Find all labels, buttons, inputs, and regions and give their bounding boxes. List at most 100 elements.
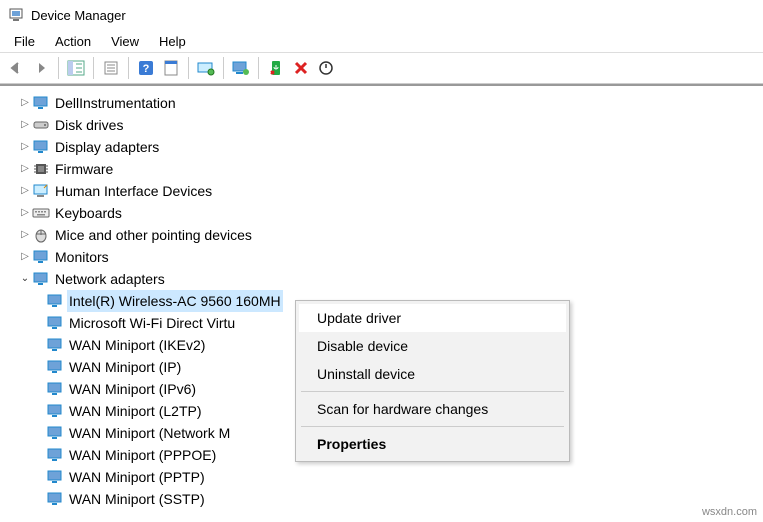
menu-help[interactable]: Help [149, 32, 196, 51]
mouse-icon [32, 227, 50, 243]
toolbar-separator [93, 57, 94, 79]
tree-category[interactable]: ▷ Firmware [0, 158, 763, 180]
tree-label: WAN Miniport (IP) [67, 356, 183, 378]
expander-icon[interactable]: ▷ [18, 92, 32, 114]
network-adapter-icon [46, 381, 64, 397]
tree-label: Intel(R) Wireless-AC 9560 160MH [67, 290, 283, 312]
back-button[interactable] [4, 56, 28, 80]
monitor-icon [32, 271, 50, 287]
toolbar-separator [128, 57, 129, 79]
tree-label: WAN Miniport (PPTP) [67, 466, 207, 488]
tree-category[interactable]: ▷ Keyboards [0, 202, 763, 224]
uninstall-icon [293, 60, 309, 76]
scan-hardware-icon [197, 60, 215, 76]
network-adapter-icon [46, 403, 64, 419]
tree-label: Display adapters [53, 136, 161, 158]
hid-icon [32, 183, 50, 199]
tree-label: WAN Miniport (IPv6) [67, 378, 198, 400]
device-tree-pane: ▷ DellInstrumentation ▷ Disk drives ▷ Di… [0, 84, 763, 522]
network-adapter-icon [46, 491, 64, 507]
tree-category[interactable]: ▷ Disk drives [0, 114, 763, 136]
arrow-right-icon [33, 61, 49, 75]
forward-button[interactable] [29, 56, 53, 80]
context-separator [301, 426, 564, 427]
tree-label: DellInstrumentation [53, 92, 178, 114]
tree-label: WAN Miniport (SSTP) [67, 488, 207, 510]
expander-icon[interactable]: ▷ [18, 246, 32, 268]
disk-icon [32, 117, 50, 133]
tree-label: Network adapters [53, 268, 167, 290]
update-driver-icon [232, 60, 250, 76]
context-scan-hardware[interactable]: Scan for hardware changes [299, 395, 566, 423]
firmware-icon [32, 161, 50, 177]
properties-icon [103, 60, 119, 76]
menubar: File Action View Help [0, 30, 763, 52]
network-adapter-icon [46, 469, 64, 485]
network-adapter-icon [46, 447, 64, 463]
sheet-icon [163, 60, 179, 76]
uninstall-button[interactable] [289, 56, 313, 80]
enable-button[interactable] [314, 56, 338, 80]
monitor-icon [32, 249, 50, 265]
monitor-icon [32, 139, 50, 155]
network-adapter-icon [46, 425, 64, 441]
context-disable-device[interactable]: Disable device [299, 332, 566, 360]
show-hide-tree-button[interactable] [64, 56, 88, 80]
tree-label: Disk drives [53, 114, 125, 136]
context-properties[interactable]: Properties [299, 430, 566, 458]
tree-item[interactable]: WAN Miniport (SSTP) [0, 488, 763, 510]
expander-icon[interactable]: ▷ [18, 136, 32, 158]
update-driver-button[interactable] [229, 56, 253, 80]
network-adapter-icon [46, 293, 64, 309]
tree-category-network-adapters[interactable]: ⌄ Network adapters [0, 268, 763, 290]
disable-icon [269, 60, 283, 76]
keyboard-icon [32, 205, 50, 221]
watermark: wsxdn.com [702, 506, 757, 518]
toolbar-separator [223, 57, 224, 79]
disable-button[interactable] [264, 56, 288, 80]
tree-category[interactable]: ▷ Human Interface Devices [0, 180, 763, 202]
scan-hardware-button[interactable] [194, 56, 218, 80]
tree-label: Microsoft Wi-Fi Direct Virtu [67, 312, 237, 334]
expander-icon[interactable]: ▷ [18, 114, 32, 136]
menu-action[interactable]: Action [45, 32, 101, 51]
toolbar-separator [188, 57, 189, 79]
tree-label: WAN Miniport (Network M [67, 422, 232, 444]
expander-icon[interactable]: ▷ [18, 224, 32, 246]
context-update-driver[interactable]: Update driver [299, 304, 566, 332]
action-button[interactable] [159, 56, 183, 80]
toolbar-separator [258, 57, 259, 79]
context-separator [301, 391, 564, 392]
tree-label: Keyboards [53, 202, 124, 224]
network-adapter-icon [46, 359, 64, 375]
tree-item[interactable]: WAN Miniport (PPTP) [0, 466, 763, 488]
tree-category[interactable]: ▷ Display adapters [0, 136, 763, 158]
toolbar: ? [0, 52, 763, 84]
monitor-icon [32, 95, 50, 111]
expander-icon[interactable]: ⌄ [18, 268, 32, 290]
app-icon [8, 7, 24, 23]
network-adapter-icon [46, 315, 64, 331]
help-icon: ? [138, 60, 154, 76]
tree-category[interactable]: ▷ Monitors [0, 246, 763, 268]
tree-category[interactable]: ▷ DellInstrumentation [0, 92, 763, 114]
arrow-left-icon [8, 61, 24, 75]
tree-pane-icon [67, 60, 85, 76]
menu-view[interactable]: View [101, 32, 149, 51]
menu-file[interactable]: File [4, 32, 45, 51]
context-uninstall-device[interactable]: Uninstall device [299, 360, 566, 388]
tree-label: Human Interface Devices [53, 180, 214, 202]
toolbar-separator [58, 57, 59, 79]
context-menu: Update driver Disable device Uninstall d… [295, 300, 570, 462]
tree-label: Mice and other pointing devices [53, 224, 254, 246]
titlebar: Device Manager [0, 0, 763, 30]
network-adapter-icon [46, 337, 64, 353]
expander-icon[interactable]: ▷ [18, 180, 32, 202]
tree-category[interactable]: ▷ Mice and other pointing devices [0, 224, 763, 246]
tree-label: Monitors [53, 246, 111, 268]
expander-icon[interactable]: ▷ [18, 158, 32, 180]
tree-label: WAN Miniport (L2TP) [67, 400, 204, 422]
properties-button[interactable] [99, 56, 123, 80]
expander-icon[interactable]: ▷ [18, 202, 32, 224]
help-button[interactable]: ? [134, 56, 158, 80]
